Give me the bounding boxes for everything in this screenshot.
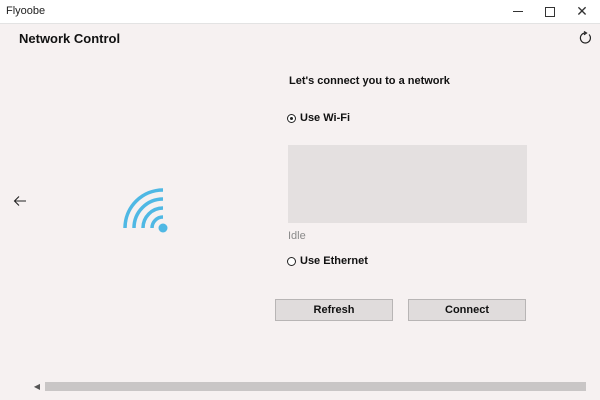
ethernet-radio-button[interactable] [287, 256, 296, 266]
wifi-radio-option[interactable]: Use Wi-Fi [287, 112, 350, 124]
wifi-radio-label: Use Wi-Fi [300, 112, 351, 124]
minimize-button[interactable] [502, 0, 534, 23]
minimize-icon [513, 11, 523, 12]
scroll-left-icon[interactable]: ◀ [32, 381, 42, 392]
wifi-network-list[interactable] [288, 145, 527, 223]
scrollbar-thumb[interactable] [45, 382, 586, 391]
wifi-icon [123, 188, 168, 233]
close-button[interactable]: ✕ [566, 0, 598, 23]
connect-button[interactable]: Connect [408, 299, 526, 321]
refresh-button[interactable]: Refresh [275, 299, 393, 321]
refresh-icon[interactable] [578, 31, 592, 45]
wifi-radio-button[interactable] [287, 113, 296, 123]
back-arrow-icon[interactable] [13, 194, 27, 208]
page-title: Network Control [19, 31, 121, 46]
connection-status: Idle [288, 230, 306, 242]
ethernet-radio-option[interactable]: Use Ethernet [287, 255, 368, 267]
app-title: Flyoobe [6, 5, 46, 17]
maximize-button[interactable] [534, 0, 566, 23]
ethernet-radio-label: Use Ethernet [300, 255, 368, 267]
close-icon: ✕ [576, 3, 588, 20]
maximize-icon [545, 6, 555, 17]
title-bar: Flyoobe ✕ [0, 0, 600, 24]
connect-heading: Let's connect you to a network [289, 75, 450, 87]
horizontal-scrollbar[interactable]: ◀ [32, 381, 588, 392]
